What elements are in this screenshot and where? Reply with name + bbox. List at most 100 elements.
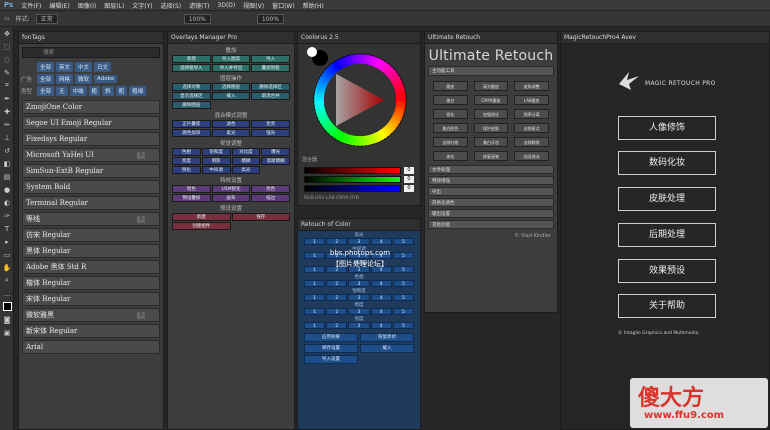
ultimate-tool-button[interactable]: 液化 [433,151,468,161]
overlay-action-button[interactable]: 新建 [172,213,231,221]
ultimate-section-row[interactable]: 输出设置 [428,209,554,218]
overlay-action-button[interactable]: 暗色 [172,185,211,193]
font-item[interactable]: 宋体 Regular [22,292,160,306]
overlay-action-button[interactable]: 亮度 [172,157,201,165]
overlay-action-button[interactable]: 中间调 [201,166,231,174]
blur-icon[interactable]: ● [0,183,14,196]
rc-level-button[interactable]: 2 [326,280,348,287]
shape-tool-icon[interactable]: ▭ [0,248,14,261]
ultimate-tool-button[interactable]: CMYK磨皮 [473,95,509,105]
lasso-tool-icon[interactable]: ◌ [0,53,14,66]
font-item[interactable]: 新宋体 Regular [22,324,160,338]
quick-mask-icon[interactable]: ◙ [0,313,14,326]
clone-stamp-icon[interactable]: ⊥ [0,131,14,144]
rc-level-button[interactable]: 4 [370,238,392,245]
ultimate-section-row[interactable]: 其他功能 [428,220,554,229]
overlay-action-button[interactable]: 新建 [172,55,211,63]
rc-level-button[interactable]: 4 [370,308,392,315]
color-wheel[interactable] [298,44,422,154]
overlay-action-button[interactable]: 描边 [251,194,290,202]
overlay-action-button[interactable]: 删除图层 [172,101,211,109]
overlay-action-button[interactable]: 选择框导入 [172,64,211,72]
hue-segment[interactable] [395,91,406,102]
portrait-retouch-button[interactable]: 人像修饰 [618,116,716,140]
tag-bold[interactable]: 粗 [88,86,101,96]
rc-level-button[interactable]: 3 [348,238,370,245]
rc-level-button[interactable]: 5 [392,322,414,329]
marquee-tool-icon[interactable]: ⬚ [0,40,14,53]
overlay-action-button[interactable]: 保存 [231,213,290,221]
overlay-action-button[interactable]: 显示选择区 [172,92,211,100]
tag-grid[interactable]: 网格 [56,74,74,84]
tag-english[interactable]: 英文 [56,62,74,72]
overlay-action-button[interactable]: 选择图层 [211,83,251,91]
rc-level-button[interactable]: 4 [370,294,392,301]
main-tools-header[interactable]: 主功能工具 [428,66,554,76]
rc-action-button[interactable]: 应用效果 [304,333,358,342]
overlay-action-button[interactable]: 强光 [251,129,290,137]
tag-microsoft[interactable]: 微软 [75,74,93,84]
eyedropper-icon[interactable]: ✒ [0,92,14,105]
ultimate-tool-button[interactable]: 保护皮肤 [473,123,509,133]
overlay-action-button[interactable]: 载入 [211,92,251,100]
overlay-action-button[interactable]: 滤色 [211,120,251,128]
marquee-icon[interactable]: ▭ [4,15,10,22]
overlay-action-button[interactable]: 删除选择区 [251,83,290,91]
rc-action-button[interactable]: 导入设置 [304,355,358,364]
rc-level-button[interactable]: 3 [348,280,370,287]
font-item[interactable]: Adobe 黑体 Std R [22,260,160,274]
tag-adobe[interactable]: Adobe [94,75,118,83]
healing-brush-icon[interactable]: ✚ [0,105,14,118]
font-search-input[interactable]: 搜索 [22,47,160,58]
overlay-action-button[interactable]: 高斯模糊 [261,157,290,165]
rc-level-button[interactable]: 1 [304,294,326,301]
rc-level-button[interactable]: 1 [304,280,326,287]
rc-level-button[interactable]: 4 [370,280,392,287]
ultimate-tool-button[interactable]: 锐化 [433,109,468,119]
overlay-action-button[interactable]: 选择对象 [172,83,211,91]
overlay-action-button[interactable]: 画布 [211,194,251,202]
zoom-field-1[interactable]: 100% [183,13,211,24]
font-item[interactable]: System Bold [22,180,160,194]
tag-none[interactable]: 无 [56,86,68,96]
font-item[interactable]: 黑体 Regular [22,244,160,258]
font-item[interactable]: 微软雅黑 3 [22,308,160,322]
quick-select-icon[interactable]: ✎ [0,66,14,79]
overlay-action-button[interactable]: 锐化 [172,166,201,174]
overlay-action-button[interactable]: 阴影 [201,157,231,165]
tag-weight[interactable]: 粗细 [129,86,147,96]
dodge-icon[interactable]: ◐ [0,196,14,209]
menu-help[interactable]: 帮助(H) [303,1,324,10]
overlay-action-button[interactable]: 创建组件 [172,222,231,230]
post-process-button[interactable]: 后期处理 [618,223,716,247]
menu-select[interactable]: 选择(S) [161,1,182,10]
tag-all[interactable]: 全部 [37,62,55,72]
rc-level-button[interactable]: 5 [392,308,414,315]
rc-level-button[interactable]: 2 [326,322,348,329]
ultimate-tool-button[interactable]: 去除斑点 [514,123,549,133]
type-tool-icon[interactable]: T [0,222,14,235]
overlay-action-button[interactable]: 亮色 [251,185,290,193]
ultimate-tool-button[interactable]: 去除红眼 [433,137,468,147]
overlay-action-button[interactable]: USM锐化 [211,185,251,193]
rc-level-button[interactable]: 5 [392,280,414,287]
overlay-action-button[interactable]: 叠加到框 [251,64,290,72]
overlay-action-button[interactable]: 导入图案 [211,55,251,63]
menu-layer[interactable]: 图层(L) [104,1,124,10]
font-item[interactable]: 等线 3 [22,212,160,226]
overlay-action-button[interactable]: 取消合并 [251,92,290,100]
ultimate-section-row[interactable]: 风格化调色 [428,198,554,207]
font-item[interactable]: 仿宋 Regular [22,228,160,242]
screen-mode-icon[interactable]: ▣ [0,326,14,339]
menu-type[interactable]: 文字(Y) [132,1,152,10]
overlay-action-button[interactable]: 对比度 [231,148,261,156]
overlay-action-button[interactable]: 颜色加深 [172,129,211,137]
ultimate-tool-button[interactable]: 皮肤调整 [514,81,549,91]
green-slider[interactable]: 0 [304,176,414,183]
overlay-action-button[interactable]: 柔光 [211,129,251,137]
history-brush-icon[interactable]: ↺ [0,144,14,157]
tag-all[interactable]: 全部 [37,74,55,84]
tag-japanese[interactable]: 日文 [94,62,112,72]
ultimate-tool-button[interactable]: 美白牙齿 [473,137,509,147]
tag-italic[interactable]: 斜 [102,86,114,96]
